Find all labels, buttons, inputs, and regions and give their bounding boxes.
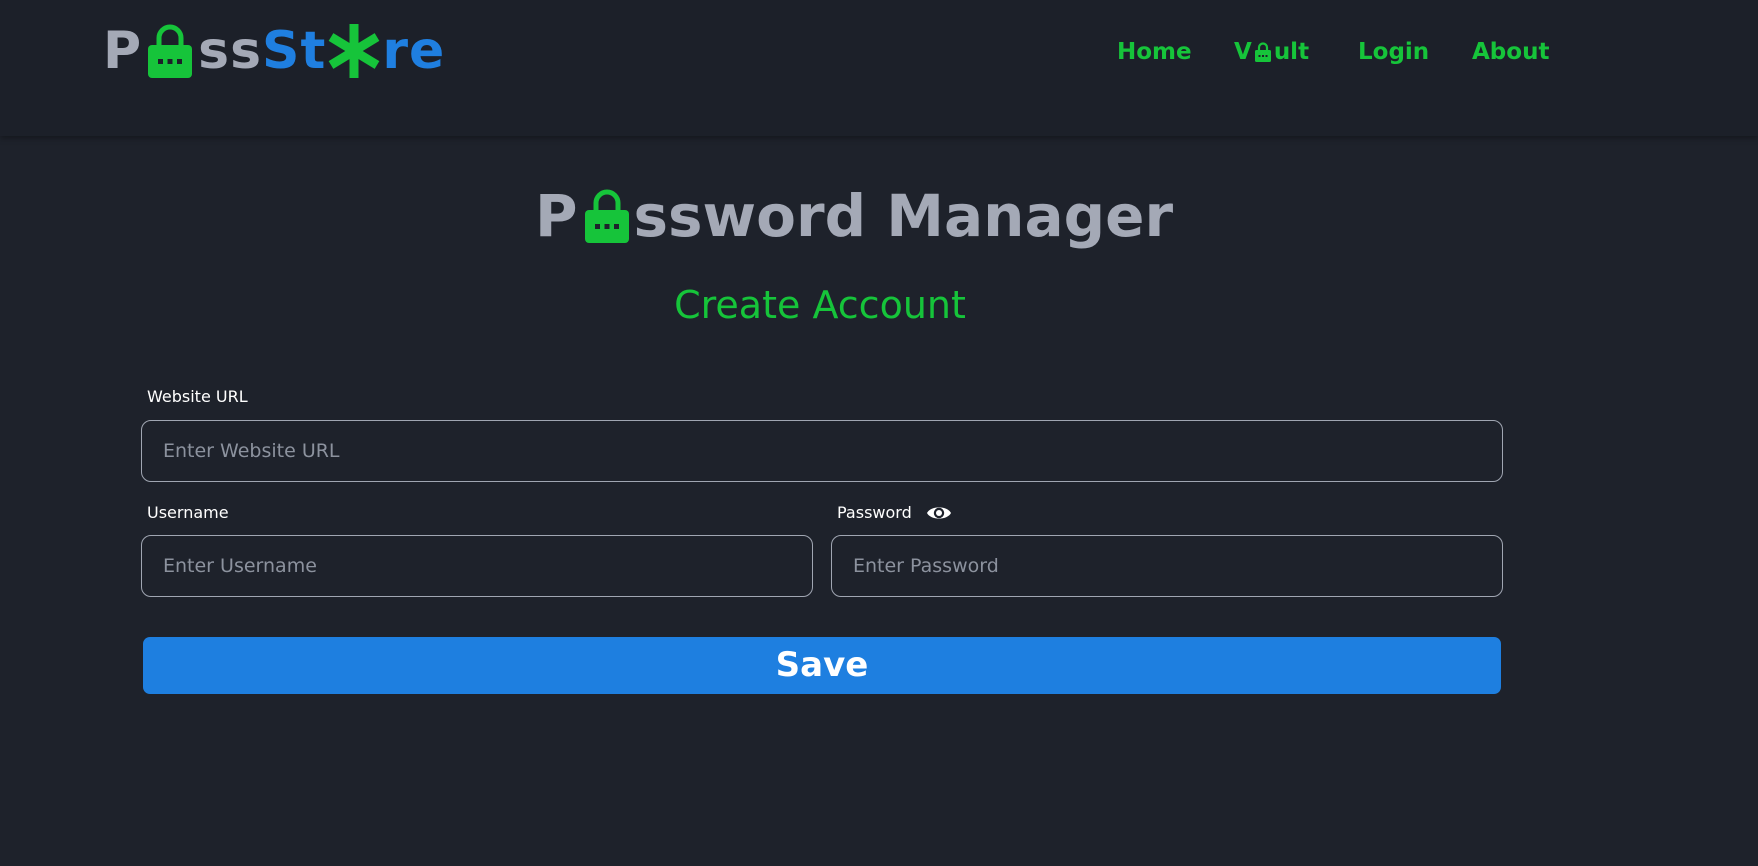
nav-home-link[interactable]: Home xyxy=(1117,30,1192,74)
nav-vault-label-prefix: V xyxy=(1234,39,1252,65)
nav-login-link[interactable]: Login xyxy=(1358,30,1429,74)
nav-vault-link[interactable]: V ult xyxy=(1234,30,1309,74)
page-title: P ssword Manager xyxy=(535,178,1173,254)
website-url-label: Website URL xyxy=(147,387,248,406)
nav-home-label: Home xyxy=(1117,39,1192,65)
lock-icon xyxy=(1254,42,1271,62)
nav-about-label: About xyxy=(1472,39,1550,65)
nav-vault-label-suffix: ult xyxy=(1273,39,1310,65)
save-button[interactable]: Save xyxy=(143,637,1501,694)
lock-icon xyxy=(148,24,193,78)
logo-text-ss: ss xyxy=(198,21,263,81)
app-logo[interactable]: P ss St re xyxy=(103,18,445,84)
asterisk-icon xyxy=(329,24,380,78)
eye-icon[interactable] xyxy=(926,502,952,524)
logo-text-st: St xyxy=(262,21,327,81)
password-label-row: Password xyxy=(837,502,952,524)
nav-about-link[interactable]: About xyxy=(1472,30,1549,74)
logo-text-p: P xyxy=(103,21,143,81)
page-title-prefix: P xyxy=(535,182,578,250)
logo-text-re: re xyxy=(382,21,446,81)
username-input[interactable] xyxy=(141,535,813,597)
nav-login-label: Login xyxy=(1358,39,1430,65)
page-title-suffix: ssword Manager xyxy=(633,182,1174,250)
password-label: Password xyxy=(837,503,912,522)
password-input[interactable] xyxy=(831,535,1503,597)
username-label: Username xyxy=(147,503,229,522)
top-navbar: P ss St re Home V ult Login About xyxy=(0,0,1758,136)
lock-icon xyxy=(584,189,629,243)
website-url-input[interactable] xyxy=(141,420,1503,482)
create-account-heading: Create Account xyxy=(674,283,966,327)
nav-menu: Home V ult Login About xyxy=(700,30,1700,74)
